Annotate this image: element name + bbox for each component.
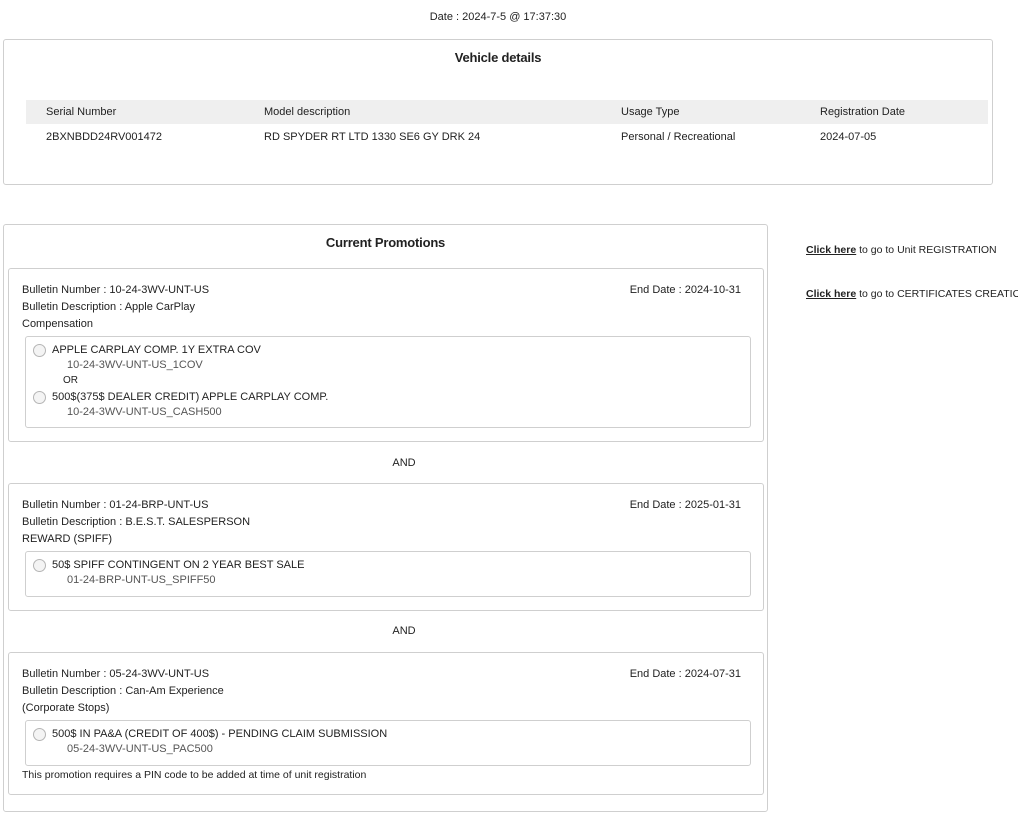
bulletin-description: Bulletin Description : Can-Am Experience [22, 685, 224, 697]
option-radio[interactable] [33, 391, 46, 404]
bulletin-card-3: Bulletin Number : 05-24-3WV-UNT-US Bulle… [8, 652, 764, 795]
date-timestamp: Date : 2024-7-5 @ 17:37:30 [429, 11, 567, 23]
pin-code-note: This promotion requires a PIN code to be… [22, 769, 367, 781]
usage-type-value: Personal / Recreational [621, 131, 736, 143]
vehicle-details-panel: Vehicle details Serial Number Model desc… [3, 39, 993, 185]
bulletin-options: APPLE CARPLAY COMP. 1Y EXTRA COV 10-24-3… [25, 336, 751, 428]
bulletin-number: Bulletin Number : 01-24-BRP-UNT-US [22, 499, 209, 511]
table-row: 2BXNBDD24RV001472 RD SPYDER RT LTD 1330 … [26, 124, 988, 150]
option-label: 50$ SPIFF CONTINGENT ON 2 YEAR BEST SALE [52, 559, 305, 571]
header-serial-number: Serial Number [46, 106, 117, 118]
bulletin-end-date: End Date : 2024-07-31 [629, 668, 741, 680]
or-separator: OR [63, 375, 78, 386]
bulletin-end-date: End Date : 2025-01-31 [629, 499, 741, 511]
header-model-description: Model description [264, 106, 351, 118]
option-label: 500$ IN PA&A (CREDIT OF 400$) - PENDING … [52, 728, 388, 740]
serial-number-value: 2BXNBDD24RV001472 [46, 131, 162, 143]
certificates-creation-link-line: Click here to go to CERTIFICATES CREATIO… [806, 288, 1018, 300]
option-code: 05-24-3WV-UNT-US_PAC500 [67, 743, 213, 755]
unit-registration-link-text: to go to Unit REGISTRATION [856, 244, 997, 256]
bulletin-options: 50$ SPIFF CONTINGENT ON 2 YEAR BEST SALE… [25, 551, 751, 597]
model-description-value: RD SPYDER RT LTD 1330 SE6 GY DRK 24 [264, 131, 481, 143]
option-code: 01-24-BRP-UNT-US_SPIFF50 [67, 574, 216, 586]
unit-registration-link-line: Click here to go to Unit REGISTRATION [806, 244, 997, 256]
header-usage-type: Usage Type [621, 106, 680, 118]
option-label: 500$(375$ DEALER CREDIT) APPLE CARPLAY C… [52, 391, 329, 403]
bulletin-category: Compensation [22, 318, 93, 330]
bulletin-category: (Corporate Stops) [22, 702, 110, 714]
and-separator: AND [392, 625, 416, 637]
option-code: 10-24-3WV-UNT-US_CASH500 [67, 406, 222, 418]
current-promotions-panel: Current Promotions Bulletin Number : 10-… [3, 224, 768, 812]
header-registration-date: Registration Date [820, 106, 905, 118]
and-separator: AND [392, 457, 416, 469]
vehicle-details-title: Vehicle details [454, 50, 542, 65]
bulletin-card-1: Bulletin Number : 10-24-3WV-UNT-US Bulle… [8, 268, 764, 442]
bulletin-category: REWARD (SPIFF) [22, 533, 113, 545]
bulletin-end-date: End Date : 2024-10-31 [629, 284, 741, 296]
option-radio[interactable] [33, 344, 46, 357]
option-radio[interactable] [33, 728, 46, 741]
bulletin-options: 500$ IN PA&A (CREDIT OF 400$) - PENDING … [25, 720, 751, 766]
certificates-creation-link[interactable]: Click here [806, 288, 856, 300]
option-radio[interactable] [33, 559, 46, 572]
bulletin-description: Bulletin Description : Apple CarPlay [22, 301, 196, 313]
bulletin-description: Bulletin Description : B.E.S.T. SALESPER… [22, 516, 251, 528]
bulletin-card-2: Bulletin Number : 01-24-BRP-UNT-US Bulle… [8, 483, 764, 611]
registration-date-value: 2024-07-05 [820, 131, 877, 143]
bulletin-number: Bulletin Number : 10-24-3WV-UNT-US [22, 284, 210, 296]
current-promotions-title: Current Promotions [325, 235, 446, 250]
vehicle-table-header: Serial Number Model description Usage Ty… [26, 100, 988, 124]
bulletin-number: Bulletin Number : 05-24-3WV-UNT-US [22, 668, 210, 680]
option-code: 10-24-3WV-UNT-US_1COV [67, 359, 203, 371]
unit-registration-link[interactable]: Click here [806, 244, 856, 256]
vehicle-table: Serial Number Model description Usage Ty… [26, 100, 988, 150]
certificates-creation-link-text: to go to CERTIFICATES CREATION [856, 288, 1018, 300]
option-label: APPLE CARPLAY COMP. 1Y EXTRA COV [52, 344, 261, 356]
